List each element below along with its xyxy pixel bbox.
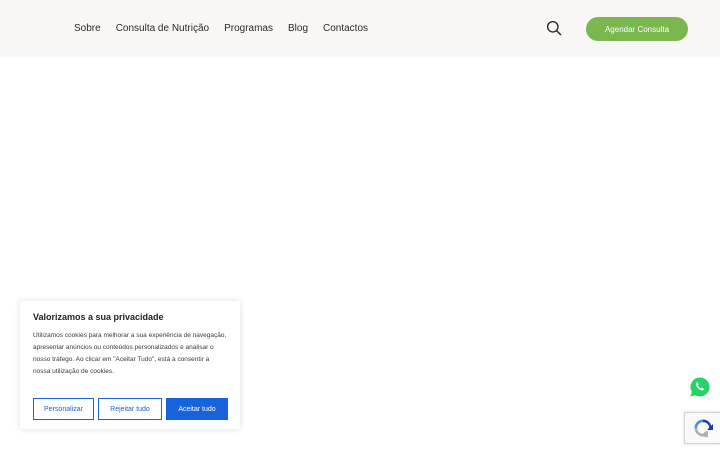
nav-item-programas[interactable]: Programas <box>224 23 273 34</box>
cookie-button-row: Personalizar Rejeitar tudo Aceitar tudo <box>33 398 228 420</box>
customize-button[interactable]: Personalizar <box>33 398 94 420</box>
nav-item-consulta-de-nutricao[interactable]: Consulta de Nutrição <box>116 23 209 34</box>
site-header: Sobre Consulta de Nutrição Programas Blo… <box>0 0 720 57</box>
nav-item-sobre[interactable]: Sobre <box>74 23 101 34</box>
accept-all-button[interactable]: Aceitar tudo <box>166 398 228 420</box>
search-button[interactable] <box>546 20 562 36</box>
main-nav: Sobre Consulta de Nutrição Programas Blo… <box>74 0 383 57</box>
reject-all-button[interactable]: Rejeitar tudo <box>98 398 162 420</box>
whatsapp-button[interactable] <box>689 376 711 398</box>
nav-item-contactos[interactable]: Contactos <box>323 23 368 34</box>
cookie-consent-banner: Valorizamos a sua privacidade Utilizamos… <box>20 301 240 429</box>
recaptcha-badge[interactable] <box>684 412 720 444</box>
cookie-banner-text: Utilizamos cookies para melhorar a sua e… <box>33 332 227 375</box>
recaptcha-icon <box>694 419 713 438</box>
agendar-consulta-button[interactable]: Agendar Consulta <box>586 17 688 41</box>
whatsapp-icon <box>690 377 710 397</box>
cookie-banner-title: Valorizamos a sua privacidade <box>33 312 164 322</box>
nav-item-blog[interactable]: Blog <box>288 23 308 34</box>
search-icon <box>546 20 562 36</box>
